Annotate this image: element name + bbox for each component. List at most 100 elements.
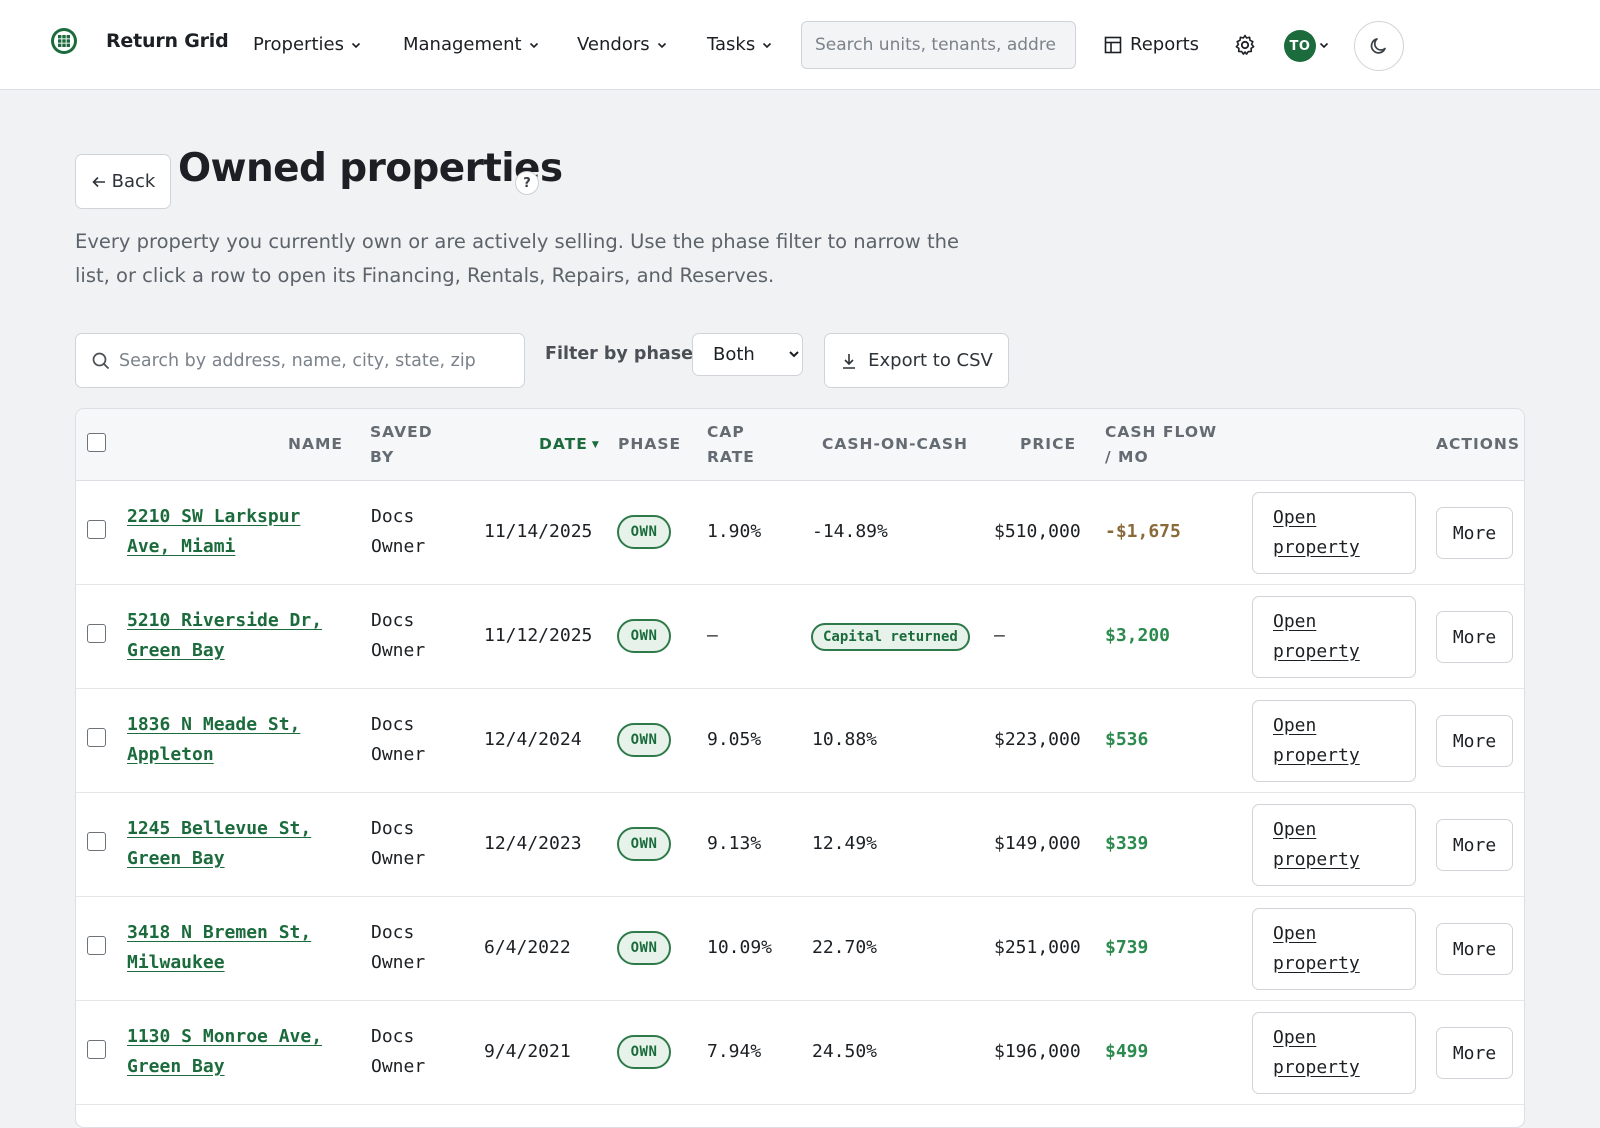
header-phase[interactable]: PHASE (618, 432, 681, 457)
nav-properties[interactable]: Properties (253, 34, 362, 55)
saved-by: Docs Owner (371, 918, 425, 978)
open-property-line2: property (1273, 537, 1360, 558)
row-checkbox[interactable] (87, 728, 106, 747)
table-row[interactable]: 5210 Riverside Dr, Green Bay Docs Owner 11/1… (76, 585, 1524, 689)
back-button[interactable]: Back (75, 154, 171, 209)
open-property-button[interactable]: Open property (1252, 804, 1416, 886)
table-row[interactable]: 1130 S Monroe Ave, Green Bay Docs Owner 9/4/… (76, 1001, 1524, 1105)
open-property-button[interactable]: Open property (1252, 1012, 1416, 1094)
row-checkbox[interactable] (87, 624, 106, 643)
cash-flow-cell: $499 (1105, 1041, 1149, 1062)
theme-toggle-button[interactable] (1354, 21, 1404, 71)
saved-by-line2: Owner (371, 536, 426, 557)
brand-name[interactable]: Return Grid (106, 30, 229, 52)
saved-by-line1: Docs (371, 506, 415, 527)
saved-by-line2: Owner (371, 744, 426, 765)
saved-by: Docs Owner (371, 1022, 425, 1082)
global-search-input[interactable] (801, 21, 1076, 69)
header-saved-by[interactable]: SAVED BY (370, 420, 440, 470)
more-button[interactable]: More (1436, 819, 1513, 871)
date-cell: 12/4/2023 (484, 833, 582, 854)
property-name-line2: Green Bay (127, 640, 225, 661)
page-description: Every property you currently own or are … (75, 230, 959, 287)
property-name-link[interactable]: 3418 N Bremen St, Milwaukee (127, 918, 311, 978)
phase-badge: OWN (617, 931, 671, 965)
property-name-line1: 3418 N Bremen St, (127, 922, 312, 943)
header-date[interactable]: DATE ▼ (539, 432, 600, 460)
price-cell: $251,000 (994, 937, 1081, 958)
property-name-link[interactable]: 2210 SW Larkspur Ave, Miami (127, 502, 300, 562)
arrow-left-icon (92, 176, 105, 187)
cash-flow-cell: $739 (1105, 937, 1149, 958)
cash-on-cash-cell: 22.70% (812, 937, 878, 958)
open-property-line2: property (1273, 953, 1360, 974)
header-cash-on-cash[interactable]: CASH-ON-CASH (822, 432, 968, 457)
property-name-link[interactable]: 1130 S Monroe Ave, Green Bay (127, 1022, 322, 1082)
header-date-label: DATE (539, 435, 588, 453)
nav-vendors[interactable]: Vendors (577, 34, 668, 55)
moon-icon (1370, 38, 1386, 54)
saved-by-line1: Docs (371, 922, 415, 943)
cash-flow-cell: $3,200 (1105, 625, 1171, 646)
avatar[interactable]: TO (1284, 30, 1316, 62)
property-search-input[interactable] (119, 350, 519, 371)
saved-by: Docs Owner (371, 814, 425, 874)
open-property-line2: property (1273, 849, 1360, 870)
open-property-button[interactable]: Open property (1252, 700, 1416, 782)
grid-logo-icon[interactable] (49, 26, 79, 56)
export-csv-button[interactable]: Export to CSV (824, 333, 1009, 388)
cash-flow-cell: $536 (1105, 729, 1149, 750)
select-all-checkbox[interactable] (87, 433, 106, 452)
table-row[interactable]: 1836 N Meade St, Appleton Docs Owner 12/4/20… (76, 689, 1524, 793)
more-button[interactable]: More (1436, 715, 1513, 767)
more-button[interactable]: More (1436, 507, 1513, 559)
property-name-line1: 1245 Bellevue St, (127, 818, 312, 839)
date-cell: 12/4/2024 (484, 729, 582, 750)
saved-by-line2: Owner (371, 640, 426, 661)
help-icon[interactable]: ? (515, 171, 539, 195)
property-name-line2: Green Bay (127, 848, 225, 869)
more-button[interactable]: More (1436, 611, 1513, 663)
row-checkbox[interactable] (87, 1040, 106, 1059)
table-row[interactable]: 2210 SW Larkspur Ave, Miami Docs Owner 11/14… (76, 481, 1524, 585)
chevron-down-icon[interactable] (1318, 39, 1330, 51)
cap-rate-cell: 10.09% (707, 937, 773, 958)
property-name-link[interactable]: 1836 N Meade St, Appleton (127, 710, 300, 770)
cash-flow-cell: -$1,675 (1105, 521, 1181, 542)
reports-link[interactable]: Reports (1104, 34, 1199, 55)
property-name-line1: 5210 Riverside Dr, (127, 610, 323, 631)
more-button[interactable]: More (1436, 923, 1513, 975)
property-name-link[interactable]: 1245 Bellevue St, Green Bay (127, 814, 311, 874)
row-checkbox[interactable] (87, 520, 106, 539)
saved-by-line2: Owner (371, 848, 426, 869)
row-checkbox[interactable] (87, 936, 106, 955)
chevron-down-icon (763, 42, 772, 48)
open-property-line2: property (1273, 641, 1360, 662)
open-property-button[interactable]: Open property (1252, 908, 1416, 990)
gear-icon[interactable] (1233, 33, 1257, 57)
page-title: Owned properties (178, 146, 563, 191)
header-cap-rate[interactable]: CAP RATE (707, 420, 767, 470)
cash-on-cash-cell: 10.88% (812, 729, 878, 750)
cap-rate-cell: 7.94% (707, 1041, 762, 1062)
header-price[interactable]: PRICE (1020, 432, 1076, 457)
nav-management[interactable]: Management (403, 34, 540, 55)
open-property-line1: Open (1273, 1027, 1317, 1048)
open-property-button[interactable]: Open property (1252, 596, 1416, 678)
capital-returned-badge: Capital returned (811, 623, 970, 651)
chevron-down-icon (529, 42, 538, 48)
cap-rate-cell: 1.90% (707, 521, 762, 542)
nav-tasks[interactable]: Tasks (707, 34, 773, 55)
cap-rate-cell: 9.13% (707, 833, 762, 854)
header-cash-flow[interactable]: CASH FLOW / MO (1105, 420, 1225, 470)
table-row[interactable]: 1245 Bellevue St, Green Bay Docs Owner 12/4/… (76, 793, 1524, 897)
cap-rate-cell: — (707, 625, 718, 646)
header-name[interactable]: NAME (288, 432, 342, 457)
open-property-button[interactable]: Open property (1252, 492, 1416, 574)
row-checkbox[interactable] (87, 832, 106, 851)
more-button[interactable]: More (1436, 1027, 1513, 1079)
table-row[interactable]: 3418 N Bremen St, Milwaukee Docs Owner 6/4/2… (76, 897, 1524, 1001)
property-name-link[interactable]: 5210 Riverside Dr, Green Bay (127, 606, 322, 666)
phase-filter-select[interactable]: Both (692, 333, 803, 376)
saved-by-line1: Docs (371, 714, 415, 735)
